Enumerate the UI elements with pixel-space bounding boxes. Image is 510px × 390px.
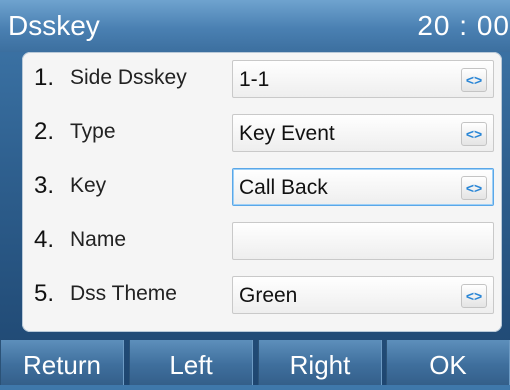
left-right-arrows-icon[interactable]: <> [461,68,487,92]
page-title: Dsskey [8,10,100,41]
field-value: Call Back [239,176,328,199]
settings-panel: 1. Side Dsskey 1-1 <> 2. Type Key Event … [22,52,502,332]
row-label: Side Dsskey [70,66,187,89]
left-right-arrows-icon[interactable]: <> [461,122,487,146]
title-bar: Dsskey 20 : 00 [0,0,510,52]
right-button[interactable]: Right [258,340,382,385]
ok-button[interactable]: OK [386,340,510,385]
field-value: Green [239,284,298,307]
row-type: 2. Type Key Event <> [22,106,502,160]
field-value: Key Event [239,122,335,145]
row-dss-theme: 5. Dss Theme Green <> [22,268,502,322]
row-number: 2. [34,118,55,145]
name-input[interactable] [232,222,494,260]
dss-theme-select[interactable]: Green <> [232,276,494,314]
field-value: 1-1 [239,68,270,91]
row-number: 5. [34,280,55,307]
row-number: 1. [34,64,55,91]
row-number: 4. [34,226,55,253]
row-label: Dss Theme [70,282,177,305]
clock: 20 : 00 [417,10,510,41]
softkey-bar: Return Left Right OK [0,340,510,385]
left-right-arrows-icon[interactable]: <> [461,176,487,200]
row-label: Name [70,228,127,251]
type-select[interactable]: Key Event <> [232,114,494,152]
row-key: 3. Key Call Back <> [22,160,502,214]
row-name: 4. Name [22,214,502,268]
row-number: 3. [34,172,55,199]
key-select[interactable]: Call Back <> [232,168,494,206]
row-label: Key [70,174,107,197]
row-side-dsskey: 1. Side Dsskey 1-1 <> [22,52,502,106]
row-label: Type [70,120,116,143]
left-right-arrows-icon[interactable]: <> [461,284,487,308]
side-dsskey-select[interactable]: 1-1 <> [232,60,494,98]
left-button[interactable]: Left [129,340,253,385]
return-button[interactable]: Return [0,340,124,385]
